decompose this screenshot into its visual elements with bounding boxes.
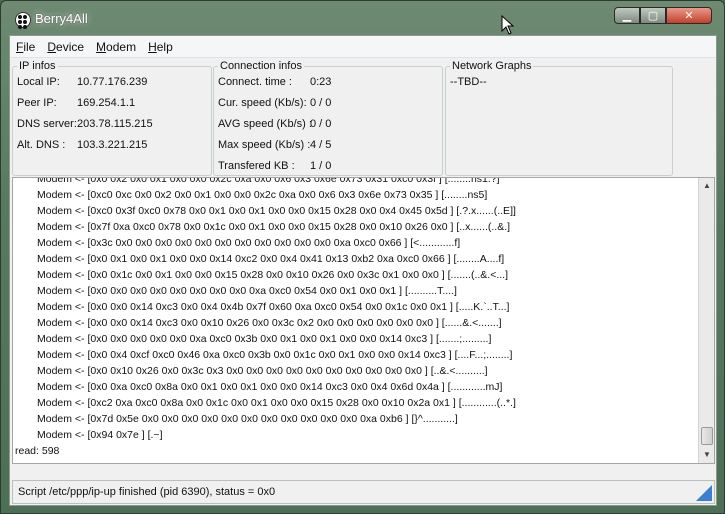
log-line: Modem <- [0x0 0x1 0x0 0x1 0x0 0x0 0x14 0… — [37, 253, 505, 265]
menu-bar: File Device Modem Help — [10, 36, 716, 58]
peer-ip-label: Peer IP: — [17, 97, 57, 109]
status-text: Script /etc/ppp/ip-up finished (pid 6390… — [18, 486, 276, 498]
ip-infos-group: IP infos Local IP: 10.77.176.239 Peer IP… — [12, 60, 212, 176]
dns-server-value: 203.78.115.215 — [77, 118, 153, 130]
menu-file[interactable]: File — [16, 40, 35, 54]
log-line: Modem <- [0x0 0x2 0x0 0x1 0x0 0x0 0x2c 0… — [37, 177, 500, 185]
avg-speed-label: AVG speed (Kb/s) : — [218, 118, 312, 130]
transfered-kb-label: Transfered KB : — [218, 160, 295, 172]
maximize-icon: ▢ — [647, 9, 659, 22]
peer-ip-row: Peer IP: 169.254.1.1 — [17, 97, 135, 109]
app-window: Berry4All ▁ ▢ ✕ File Device Modem Help I… — [0, 0, 725, 514]
local-ip-row: Local IP: 10.77.176.239 — [17, 76, 147, 88]
dns-server-label: DNS server: — [17, 118, 77, 130]
cur-speed-label: Cur. speed (Kb/s): — [218, 97, 307, 109]
avg-speed-value: 0 / 0 — [310, 118, 332, 130]
connect-time-value: 0:23 — [310, 76, 332, 88]
scroll-down-icon[interactable]: ▼ — [699, 447, 714, 463]
title-bar[interactable]: Berry4All ▁ ▢ ✕ — [1, 1, 724, 33]
cur-speed-row: Cur. speed (Kb/s): 0 / 0 — [218, 97, 331, 109]
log-line: Modem <- [0x0 0x0 0x0 0x0 0x0 0x0 0x0 0x… — [37, 285, 457, 297]
log-lines: Modem <- [0x0 0x2 0x0 0x1 0x0 0x0 0x2c 0… — [13, 177, 699, 459]
network-graphs-title: Network Graphs — [450, 60, 534, 72]
close-button[interactable]: ✕ — [666, 7, 712, 24]
berry-app-icon — [15, 12, 31, 29]
log-line: Modem <- [0x0 0x0 0x0 0x0 0x0 0xa 0xc0 0… — [37, 333, 492, 345]
connection-infos-group: Connection infos Connect. time : 0:23 Cu… — [213, 60, 443, 176]
minimize-icon: ▁ — [622, 9, 632, 22]
log-line: Modem <- [0x94 0x7e ] [.~] — [37, 429, 163, 441]
ip-infos-title: IP infos — [17, 60, 58, 72]
dns-server-row: DNS server: 203.78.115.215 — [17, 118, 153, 130]
connect-time-row: Connect. time : 0:23 — [218, 76, 331, 88]
avg-speed-row: AVG speed (Kb/s) : 0 / 0 — [218, 118, 331, 130]
client-area: File Device Modem Help IP infos Local IP… — [9, 35, 717, 506]
log-line: Modem <- [0x0 0x0 0x14 0xc3 0x0 0x10 0x2… — [37, 317, 502, 329]
log-read-count: read: 598 — [15, 445, 60, 457]
close-icon: ✕ — [684, 9, 694, 22]
max-speed-value: 4 / 5 — [310, 139, 332, 151]
log-line: Modem <- [0xc0 0xc 0x0 0x2 0x0 0x1 0x0 0… — [37, 189, 488, 201]
log-line: Modem <- [0x0 0x4 0xcf 0xc0 0x46 0xa 0xc… — [37, 349, 513, 361]
local-ip-value: 10.77.176.239 — [77, 76, 148, 88]
menu-device[interactable]: Device — [47, 40, 84, 54]
network-graphs-placeholder: --TBD-- — [450, 76, 487, 88]
window-title: Berry4All — [35, 11, 88, 26]
log-line: Modem <- [0x7d 0x5e 0x0 0x0 0x0 0x0 0x0 … — [37, 413, 458, 425]
maximize-button[interactable]: ▢ — [640, 7, 666, 24]
log-line: Modem <- [0x0 0x10 0x26 0x0 0x3c 0x3 0x0… — [37, 365, 488, 377]
local-ip-label: Local IP: — [17, 76, 60, 88]
connection-infos-title: Connection infos — [218, 60, 304, 72]
log-line: Modem <- [0x0 0xa 0xc0 0x8a 0x0 0x1 0x0 … — [37, 381, 503, 393]
network-graphs-group: Network Graphs --TBD-- — [445, 60, 673, 176]
log-line: Modem <- [0x3c 0x0 0x0 0x0 0x0 0x0 0x0 0… — [37, 237, 461, 249]
log-scrollbar[interactable]: ▲ ▼ — [698, 178, 714, 463]
max-speed-label: Max speed (Kb/s) : — [218, 139, 311, 151]
alt-dns-label: Alt. DNS : — [17, 139, 66, 151]
alt-dns-value: 103.3.221.215 — [77, 139, 148, 151]
resize-grip-icon[interactable] — [696, 485, 712, 501]
menu-help[interactable]: Help — [148, 40, 173, 54]
log-line: Modem <- [0x7f 0xa 0xc0 0x78 0x0 0x1c 0x… — [37, 221, 511, 233]
peer-ip-value: 169.254.1.1 — [77, 97, 136, 109]
transfered-kb-row: Transfered KB : 1 / 0 — [218, 160, 331, 172]
status-bar: Script /etc/ppp/ip-up finished (pid 6390… — [12, 480, 715, 504]
log-line: Modem <- [0x0 0x1c 0x0 0x1 0x0 0x0 0x15 … — [37, 269, 509, 281]
cur-speed-value: 0 / 0 — [310, 97, 332, 109]
max-speed-row: Max speed (Kb/s) : 4 / 5 — [218, 139, 331, 151]
scroll-up-icon[interactable]: ▲ — [699, 178, 714, 194]
log-line: Modem <- [0xc0 0x3f 0xc0 0x78 0x0 0x1 0x… — [37, 205, 516, 217]
modem-log[interactable]: Modem <- [0x0 0x2 0x0 0x1 0x0 0x0 0x2c 0… — [12, 177, 715, 464]
minimize-button[interactable]: ▁ — [614, 7, 640, 24]
connect-time-label: Connect. time : — [218, 76, 292, 88]
log-line: Modem <- [0xc2 0xa 0xc0 0x8a 0x0 0x1c 0x… — [37, 397, 516, 409]
log-line: Modem <- [0x0 0x0 0x14 0xc3 0x0 0x4 0x4b… — [37, 301, 510, 313]
transfered-kb-value: 1 / 0 — [310, 160, 332, 172]
scroll-thumb[interactable] — [701, 427, 713, 445]
alt-dns-row: Alt. DNS : 103.3.221.215 — [17, 139, 147, 151]
menu-modem[interactable]: Modem — [96, 40, 136, 54]
